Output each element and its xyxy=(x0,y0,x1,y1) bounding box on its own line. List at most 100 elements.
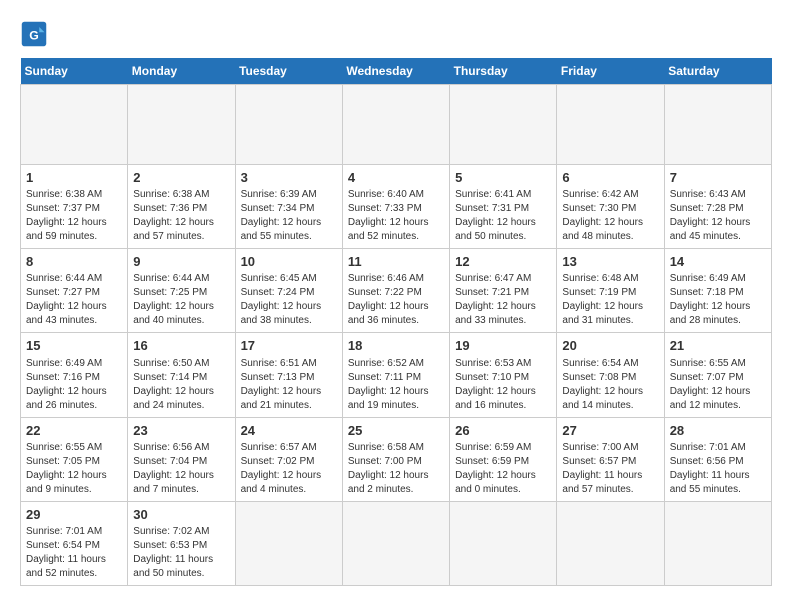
day-number: 15 xyxy=(26,337,122,355)
calendar-day-cell: 8Sunrise: 6:44 AMSunset: 7:27 PMDaylight… xyxy=(21,249,128,333)
day-details: Sunrise: 7:01 AMSunset: 6:56 PMDaylight:… xyxy=(670,441,766,497)
svg-text:G: G xyxy=(29,28,39,42)
calendar-day-cell: 29Sunrise: 7:01 AMSunset: 6:54 PMDayligh… xyxy=(21,501,128,585)
day-number: 10 xyxy=(241,253,337,271)
calendar-day-cell xyxy=(235,85,342,165)
day-details: Sunrise: 6:50 AMSunset: 7:14 PMDaylight:… xyxy=(133,357,229,413)
calendar-day-cell: 11Sunrise: 6:46 AMSunset: 7:22 PMDayligh… xyxy=(342,249,449,333)
day-details: Sunrise: 6:42 AMSunset: 7:30 PMDaylight:… xyxy=(562,188,658,244)
day-number: 11 xyxy=(348,253,444,271)
day-details: Sunrise: 6:52 AMSunset: 7:11 PMDaylight:… xyxy=(348,357,444,413)
day-details: Sunrise: 6:55 AMSunset: 7:07 PMDaylight:… xyxy=(670,357,766,413)
day-number: 8 xyxy=(26,253,122,271)
calendar-week-row: 22Sunrise: 6:55 AMSunset: 7:05 PMDayligh… xyxy=(21,417,772,501)
calendar-day-cell: 20 Sunrise: 6:54 AMSunset: 7:08 PMDayligh… xyxy=(557,333,664,417)
day-details: Sunrise: 6:49 AMSunset: 7:16 PMDaylight:… xyxy=(26,357,122,413)
logo-icon: G xyxy=(20,20,48,48)
calendar-week-row xyxy=(21,85,772,165)
calendar-day-cell: 19Sunrise: 6:53 AMSunset: 7:10 PMDayligh… xyxy=(450,333,557,417)
calendar-day-cell: 14Sunrise: 6:49 AMSunset: 7:18 PMDayligh… xyxy=(664,249,771,333)
weekday-header-thursday: Thursday xyxy=(450,58,557,85)
weekday-header-monday: Monday xyxy=(128,58,235,85)
weekday-header-sunday: Sunday xyxy=(21,58,128,85)
day-number: 25 xyxy=(348,422,444,440)
day-details: Sunrise: 6:41 AMSunset: 7:31 PMDaylight:… xyxy=(455,188,551,244)
calendar-day-cell: 25Sunrise: 6:58 AMSunset: 7:00 PMDayligh… xyxy=(342,417,449,501)
calendar-day-cell: 9Sunrise: 6:44 AMSunset: 7:25 PMDaylight… xyxy=(128,249,235,333)
day-details: Sunrise: 7:02 AMSunset: 6:53 PMDaylight:… xyxy=(133,525,229,581)
day-number: 27 xyxy=(562,422,658,440)
calendar-day-cell xyxy=(664,501,771,585)
day-details: Sunrise: 6:58 AMSunset: 7:00 PMDaylight:… xyxy=(348,441,444,497)
calendar-day-cell xyxy=(342,85,449,165)
calendar-day-cell: 17 Sunrise: 6:51 AMSunset: 7:13 PMDayligh… xyxy=(235,333,342,417)
day-details: Sunrise: 6:39 AMSunset: 7:34 PMDaylight:… xyxy=(241,188,337,244)
day-number: 5 xyxy=(455,169,551,187)
day-number: 24 xyxy=(241,422,337,440)
calendar-day-cell: 21 Sunrise: 6:55 AMSunset: 7:07 PMDayligh… xyxy=(664,333,771,417)
calendar-week-row: 8Sunrise: 6:44 AMSunset: 7:27 PMDaylight… xyxy=(21,249,772,333)
weekday-header-wednesday: Wednesday xyxy=(342,58,449,85)
calendar-day-cell xyxy=(557,501,664,585)
day-details: Sunrise: 6:43 AMSunset: 7:28 PMDaylight:… xyxy=(670,188,766,244)
day-details: Sunrise: 6:59 AMSunset: 6:59 PMDaylight:… xyxy=(455,441,551,497)
day-number: 12 xyxy=(455,253,551,271)
calendar-table: SundayMondayTuesdayWednesdayThursdayFrid… xyxy=(20,58,772,586)
day-number: 6 xyxy=(562,169,658,187)
day-number: 7 xyxy=(670,169,766,187)
day-details: Sunrise: 6:46 AMSunset: 7:22 PMDaylight:… xyxy=(348,272,444,328)
day-details: Sunrise: 6:45 AMSunset: 7:24 PMDaylight:… xyxy=(241,272,337,328)
calendar-day-cell: 23Sunrise: 6:56 AMSunset: 7:04 PMDayligh… xyxy=(128,417,235,501)
calendar-day-cell xyxy=(128,85,235,165)
day-details: Sunrise: 6:38 AMSunset: 7:36 PMDaylight:… xyxy=(133,188,229,244)
day-details: Sunrise: 6:55 AMSunset: 7:05 PMDaylight:… xyxy=(26,441,122,497)
day-number: 20 xyxy=(562,337,658,355)
calendar-day-cell: 13Sunrise: 6:48 AMSunset: 7:19 PMDayligh… xyxy=(557,249,664,333)
calendar-day-cell xyxy=(664,85,771,165)
day-details: Sunrise: 6:54 AMSunset: 7:08 PMDaylight:… xyxy=(562,357,658,413)
day-number: 13 xyxy=(562,253,658,271)
day-number: 23 xyxy=(133,422,229,440)
day-number: 19 xyxy=(455,337,551,355)
day-details: Sunrise: 6:48 AMSunset: 7:19 PMDaylight:… xyxy=(562,272,658,328)
calendar-day-cell: 2Sunrise: 6:38 AMSunset: 7:36 PMDaylight… xyxy=(128,165,235,249)
weekday-header-friday: Friday xyxy=(557,58,664,85)
calendar-day-cell xyxy=(450,85,557,165)
calendar-day-cell: 10Sunrise: 6:45 AMSunset: 7:24 PMDayligh… xyxy=(235,249,342,333)
logo: G xyxy=(20,20,52,48)
day-details: Sunrise: 6:40 AMSunset: 7:33 PMDaylight:… xyxy=(348,188,444,244)
day-number: 26 xyxy=(455,422,551,440)
calendar-week-row: 1Sunrise: 6:38 AMSunset: 7:37 PMDaylight… xyxy=(21,165,772,249)
day-number: 17 xyxy=(241,337,337,355)
day-number: 18 xyxy=(348,337,444,355)
calendar-day-cell: 18 Sunrise: 6:52 AMSunset: 7:11 PMDayligh… xyxy=(342,333,449,417)
calendar-day-cell: 7Sunrise: 6:43 AMSunset: 7:28 PMDaylight… xyxy=(664,165,771,249)
calendar-day-cell xyxy=(450,501,557,585)
calendar-day-cell: 6Sunrise: 6:42 AMSunset: 7:30 PMDaylight… xyxy=(557,165,664,249)
calendar-day-cell: 1Sunrise: 6:38 AMSunset: 7:37 PMDaylight… xyxy=(21,165,128,249)
day-number: 22 xyxy=(26,422,122,440)
day-details: Sunrise: 6:47 AMSunset: 7:21 PMDaylight:… xyxy=(455,272,551,328)
calendar-day-cell xyxy=(21,85,128,165)
calendar-day-cell: 5Sunrise: 6:41 AMSunset: 7:31 PMDaylight… xyxy=(450,165,557,249)
day-details: Sunrise: 6:57 AMSunset: 7:02 PMDaylight:… xyxy=(241,441,337,497)
day-details: Sunrise: 6:56 AMSunset: 7:04 PMDaylight:… xyxy=(133,441,229,497)
day-number: 9 xyxy=(133,253,229,271)
calendar-day-cell: 26Sunrise: 6:59 AMSunset: 6:59 PMDayligh… xyxy=(450,417,557,501)
calendar-day-cell xyxy=(342,501,449,585)
day-details: Sunrise: 6:44 AMSunset: 7:27 PMDaylight:… xyxy=(26,272,122,328)
day-number: 28 xyxy=(670,422,766,440)
day-number: 21 xyxy=(670,337,766,355)
calendar-week-row: 15 Sunrise: 6:49 AMSunset: 7:16 PMDayligh… xyxy=(21,333,772,417)
day-details: Sunrise: 6:51 AMSunset: 7:13 PMDaylight:… xyxy=(241,357,337,413)
day-details: Sunrise: 6:44 AMSunset: 7:25 PMDaylight:… xyxy=(133,272,229,328)
day-number: 1 xyxy=(26,169,122,187)
day-number: 14 xyxy=(670,253,766,271)
weekday-header-row: SundayMondayTuesdayWednesdayThursdayFrid… xyxy=(21,58,772,85)
calendar-day-cell: 3Sunrise: 6:39 AMSunset: 7:34 PMDaylight… xyxy=(235,165,342,249)
header: G xyxy=(20,20,772,48)
calendar-day-cell xyxy=(557,85,664,165)
calendar-day-cell: 27Sunrise: 7:00 AMSunset: 6:57 PMDayligh… xyxy=(557,417,664,501)
weekday-header-tuesday: Tuesday xyxy=(235,58,342,85)
day-number: 29 xyxy=(26,506,122,524)
